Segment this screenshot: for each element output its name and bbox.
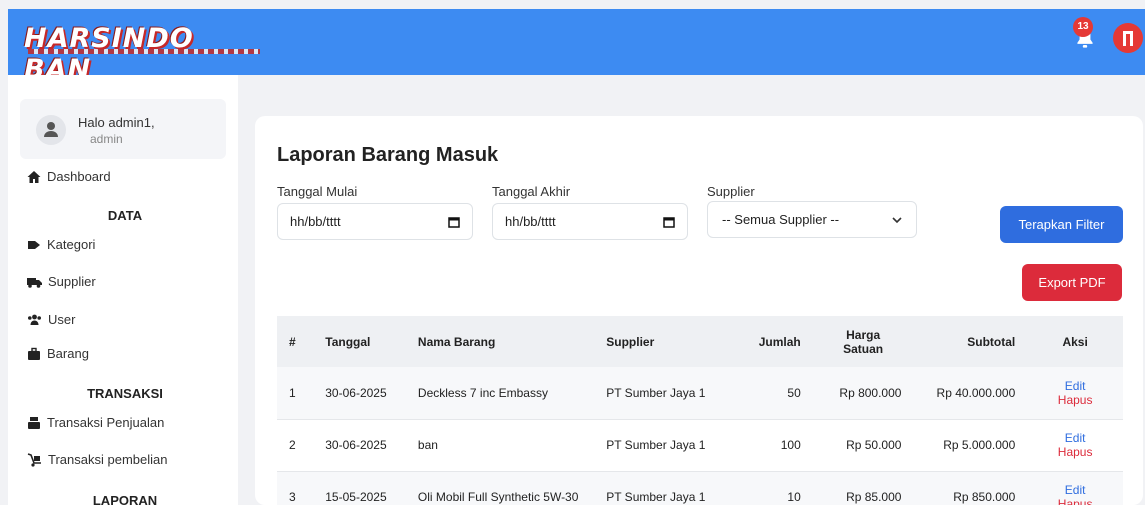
cell-harga-satuan: Rp 50.000	[812, 419, 914, 472]
sidebar-item-label: User	[48, 312, 76, 327]
page-title: Laporan Barang Masuk	[277, 144, 499, 166]
edit-link[interactable]: Edit	[1039, 431, 1111, 445]
briefcase-icon	[28, 347, 40, 360]
table-header-row: # Tanggal Nama Barang Supplier Jumlah Ha…	[277, 316, 1123, 367]
sidebar-item-label: Transaksi Penjualan	[47, 415, 165, 430]
report-table: # Tanggal Nama Barang Supplier Jumlah Ha…	[277, 316, 1123, 505]
cell-harga-satuan: Rp 800.000	[812, 367, 914, 420]
cell-harga-satuan: Rp 85.000	[812, 471, 914, 505]
sidebar-section-data: DATA	[107, 208, 143, 223]
sidebar-item-kategori[interactable]: Kategori	[27, 237, 95, 252]
user-role: admin	[90, 132, 123, 146]
cell-no: 3	[277, 471, 314, 505]
sidebar-item-transaksi-penjualan[interactable]: Transaksi Penjualan	[27, 415, 164, 430]
top-navbar: HARSINDO BAN	[8, 9, 1145, 85]
cell-subtotal: Rp 850.000	[913, 471, 1028, 505]
delete-link[interactable]: Hapus	[1039, 445, 1111, 459]
chevron-down-icon	[892, 216, 902, 223]
edit-link[interactable]: Edit	[1039, 483, 1111, 497]
cell-nama-barang: Oli Mobil Full Synthetic 5W-30	[405, 471, 595, 505]
cell-subtotal: Rp 40.000.000	[913, 367, 1028, 420]
cell-jumlah: 100	[740, 419, 813, 472]
start-date-value: hh/bb/tttt	[290, 214, 341, 229]
supplier-label: Supplier	[707, 184, 755, 199]
sidebar-item-label: Dashboard	[47, 169, 111, 184]
sidebar-item-supplier[interactable]: Supplier	[27, 274, 96, 289]
tag-icon	[28, 240, 40, 249]
home-icon	[27, 170, 41, 183]
sidebar-item-label: Supplier	[48, 274, 96, 289]
user-icon	[44, 122, 58, 137]
col-header-no: #	[289, 334, 296, 349]
start-date-input[interactable]: hh/bb/tttt	[277, 203, 473, 240]
col-header-jumlah: Jumlah	[758, 334, 801, 349]
cell-no: 2	[277, 419, 314, 472]
cell-jumlah: 10	[740, 471, 813, 505]
cell-tanggal: 15-05-2025	[313, 471, 406, 505]
cell-nama-barang: Deckless 7 inc Embassy	[405, 367, 595, 420]
sidebar-item-transaksi-pembelian[interactable]: Transaksi pembelian	[27, 452, 167, 467]
col-header-nama-barang: Nama Barang	[417, 334, 496, 349]
sidebar-item-dashboard[interactable]: Dashboard	[27, 169, 111, 184]
col-header-subtotal: Subtotal	[967, 334, 1016, 349]
end-date-input[interactable]: hh/bb/tttt	[492, 203, 688, 240]
notification-badge: 13	[1073, 17, 1093, 37]
cell-no: 1	[277, 367, 314, 420]
sidebar-item-label: Barang	[47, 346, 89, 361]
cell-supplier: PT Sumber Jaya 1	[594, 419, 741, 472]
sidebar-item-label: Transaksi pembelian	[48, 452, 168, 467]
brand-logo[interactable]: HARSINDO BAN	[24, 23, 260, 85]
avatar	[36, 115, 66, 145]
sidebar-section-laporan: LAPORAN	[92, 493, 158, 505]
start-date-label: Tanggal Mulai	[277, 184, 358, 199]
supplier-select-value: -- Semua Supplier --	[722, 212, 840, 227]
end-date-label: Tanggal Akhir	[492, 184, 571, 199]
sidebar-item-label: Kategori	[47, 237, 96, 252]
cash-register-icon	[28, 416, 40, 429]
sidebar-item-user[interactable]: User	[27, 312, 75, 327]
cell-aksi: Edit Hapus	[1027, 419, 1123, 472]
sidebar: Halo admin1, admin Dashboard DATA Katego…	[8, 75, 238, 505]
calendar-icon	[663, 216, 675, 228]
cell-aksi: Edit Hapus	[1027, 367, 1123, 420]
cell-jumlah: 50	[740, 367, 813, 420]
cell-supplier: PT Sumber Jaya 1	[594, 471, 741, 505]
delete-link[interactable]: Hapus	[1039, 393, 1111, 407]
door-icon	[1123, 31, 1133, 46]
cell-nama-barang: ban	[405, 419, 595, 472]
report-card: Laporan Barang Masuk Tanggal Mulai hh/bb…	[255, 116, 1143, 505]
user-profile-card: Halo admin1, admin	[20, 99, 226, 159]
col-header-aksi: Aksi	[1062, 334, 1088, 349]
table-row: 2 30-06-2025 ban PT Sumber Jaya 1 100 Rp…	[277, 419, 1123, 472]
col-header-tanggal: Tanggal	[325, 334, 371, 349]
apply-filter-button[interactable]: Terapkan Filter	[1000, 206, 1123, 243]
cell-tanggal: 30-06-2025	[313, 419, 406, 472]
dolly-icon	[27, 452, 41, 467]
sidebar-item-barang[interactable]: Barang	[27, 346, 89, 361]
col-header-harga-satuan: Harga Satuan	[843, 327, 884, 356]
calendar-icon	[448, 216, 460, 228]
edit-link[interactable]: Edit	[1039, 379, 1111, 393]
cell-subtotal: Rp 5.000.000	[913, 419, 1028, 472]
supplier-select[interactable]: -- Semua Supplier --	[707, 201, 917, 238]
table-row: 3 15-05-2025 Oli Mobil Full Synthetic 5W…	[277, 471, 1123, 505]
truck-icon	[27, 277, 42, 288]
sidebar-section-transaksi: TRANSAKSI	[87, 386, 163, 401]
logout-button[interactable]	[1113, 23, 1143, 53]
cell-supplier: PT Sumber Jaya 1	[594, 367, 741, 420]
cell-aksi: Edit Hapus	[1027, 471, 1123, 505]
delete-link[interactable]: Hapus	[1039, 497, 1111, 505]
end-date-value: hh/bb/tttt	[505, 214, 556, 229]
export-pdf-button[interactable]: Export PDF	[1022, 264, 1122, 301]
col-header-supplier: Supplier	[606, 334, 655, 349]
table-row: 1 30-06-2025 Deckless 7 inc Embassy PT S…	[277, 367, 1123, 420]
greeting-text: Halo admin1,	[78, 115, 155, 130]
users-icon	[28, 314, 41, 325]
cell-tanggal: 30-06-2025	[313, 367, 406, 420]
